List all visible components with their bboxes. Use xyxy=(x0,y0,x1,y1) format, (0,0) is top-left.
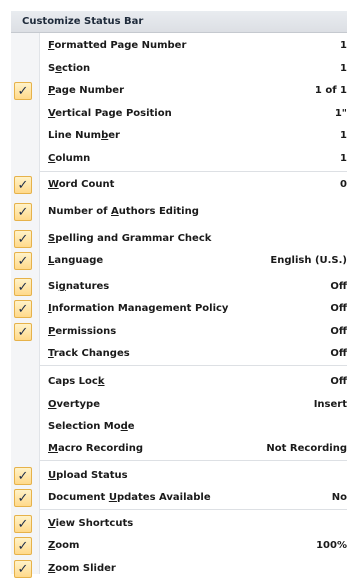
menu-item-value: 0 xyxy=(340,179,347,190)
mnemonic-letter: g xyxy=(58,281,66,292)
menu-item-label: Zoom xyxy=(48,540,80,551)
menu-item-value: Off xyxy=(330,281,347,292)
menu-item[interactable]: Selection Mode xyxy=(11,418,347,437)
mnemonic-letter: d xyxy=(120,421,128,432)
menu-item[interactable]: Line Number 1 xyxy=(11,127,347,146)
menu-item[interactable]: ✓ Document Updates Available No xyxy=(11,489,347,508)
checkmark-icon: ✓ xyxy=(14,176,32,194)
menu-item-value: 1 xyxy=(340,153,347,164)
menu-item-value: 100% xyxy=(316,540,347,551)
menu-item-value: Off xyxy=(330,303,347,314)
menu-item[interactable]: Formatted Page Number 1 xyxy=(11,37,347,56)
mnemonic-letter: W xyxy=(48,179,59,190)
menu-separator xyxy=(40,171,347,172)
menu-item-label: Caps Lock xyxy=(48,376,105,387)
mnemonic-letter: A xyxy=(110,206,119,217)
checkmark-icon: ✓ xyxy=(14,515,32,533)
menu-item-value: 1" xyxy=(334,108,347,119)
menu-item-label: Column xyxy=(48,153,91,164)
menu-item-value: Off xyxy=(330,326,347,337)
menu-item-label: Permissions xyxy=(48,326,117,337)
checkmark-icon: ✓ xyxy=(14,323,32,341)
menu-item-label: View Shortcuts xyxy=(48,518,134,529)
menu-item-label: Word Count xyxy=(48,179,115,190)
mnemonic-letter: P xyxy=(48,85,56,96)
menu-item-label: Page Number xyxy=(48,85,125,96)
menu-header: Customize Status Bar xyxy=(11,11,347,33)
menu-item[interactable]: ✓ Zoom 100% xyxy=(11,537,347,556)
menu-separator xyxy=(40,509,347,510)
menu-item-value: English (U.S.) xyxy=(270,255,347,266)
menu-item-label: Document Updates Available xyxy=(48,492,211,503)
menu-item-label: Selection Mode xyxy=(48,421,135,432)
menu-separator xyxy=(40,460,347,461)
menu-item-value: 1 of 1 xyxy=(314,85,347,96)
checkmark-icon: ✓ xyxy=(14,230,32,248)
customize-status-bar-menu: Customize Status Bar Formatted Page Numb… xyxy=(0,0,347,578)
menu-title: Customize Status Bar xyxy=(22,16,144,27)
menu-item-label: Upload Status xyxy=(48,470,128,481)
menu-item-label: Language xyxy=(48,255,104,266)
mnemonic-letter: U xyxy=(48,470,57,481)
menu-item-value: 1 xyxy=(340,63,347,74)
menu-item-label: Line Number xyxy=(48,130,120,141)
menu-item[interactable]: ✓ Spelling and Grammar Check xyxy=(11,230,347,249)
menu-item[interactable]: Column 1 xyxy=(11,150,347,169)
menu-item[interactable]: Macro Recording Not Recording xyxy=(11,440,347,459)
mnemonic-letter: e xyxy=(55,63,62,74)
menu-item-value: Insert xyxy=(313,399,347,410)
menu-item-label: Spelling and Grammar Check xyxy=(48,233,212,244)
menu-item-value: 1 xyxy=(340,130,347,141)
checkmark-icon: ✓ xyxy=(14,300,32,318)
menu-item-value: No xyxy=(331,492,347,503)
mnemonic-letter: k xyxy=(97,376,105,387)
menu-item[interactable]: Caps Lock Off xyxy=(11,373,347,392)
menu-item-label: Section xyxy=(48,63,91,74)
menu-item-label: Vertical Page Position xyxy=(48,108,172,119)
menu-item[interactable]: Section 1 xyxy=(11,60,347,79)
menu-item-label: Information Management Policy xyxy=(48,303,229,314)
checkmark-icon: ✓ xyxy=(14,489,32,507)
menu-item[interactable]: ✓ Word Count 0 xyxy=(11,176,347,195)
checkmark-icon: ✓ xyxy=(14,82,32,100)
menu-item[interactable]: ✓ Upload Status xyxy=(11,467,347,486)
menu-item-label: Macro Recording xyxy=(48,443,143,454)
menu-item[interactable]: ✓ Language English (U.S.) xyxy=(11,252,347,271)
menu-item[interactable]: ✓ Permissions Off xyxy=(11,323,347,342)
menu-item[interactable]: ✓ Page Number 1 of 1 xyxy=(11,82,347,101)
menu-item-label: Overtype xyxy=(48,399,100,410)
checkmark-icon: ✓ xyxy=(14,560,32,578)
menu-item-label: Zoom Slider xyxy=(48,563,116,574)
mnemonic-letter: V xyxy=(48,518,56,529)
menu-item-label: Track Changes xyxy=(48,348,130,359)
menu-item[interactable]: ✓ Information Management Policy Off xyxy=(11,300,347,319)
menu-item-label: Number of Authors Editing xyxy=(48,206,199,217)
checkmark-icon: ✓ xyxy=(14,278,32,296)
menu-item[interactable]: Vertical Page Position 1" xyxy=(11,105,347,124)
menu-item-value: 1 xyxy=(340,40,347,51)
menu-item-label: Signatures xyxy=(48,281,110,292)
mnemonic-letter: O xyxy=(48,399,57,410)
checkmark-icon: ✓ xyxy=(14,203,32,221)
menu-item[interactable]: Track Changes Off xyxy=(11,345,347,364)
menu-item-label: Formatted Page Number xyxy=(48,40,187,51)
menu-item[interactable]: ✓ Number of Authors Editing xyxy=(11,203,347,222)
menu-separator xyxy=(40,365,347,366)
menu-item[interactable]: ✓ Signatures Off xyxy=(11,278,347,297)
menu-item-value: Off xyxy=(330,376,347,387)
menu-item[interactable]: Overtype Insert xyxy=(11,396,347,415)
menu-item-value: Not Recording xyxy=(266,443,347,454)
menu-item-value: Off xyxy=(330,348,347,359)
mnemonic-letter: M xyxy=(48,443,58,454)
mnemonic-letter: U xyxy=(108,492,117,503)
checkmark-icon: ✓ xyxy=(14,537,32,555)
checkmark-icon: ✓ xyxy=(14,252,32,270)
menu-item[interactable]: ✓ View Shortcuts xyxy=(11,515,347,534)
menu-item[interactable]: ✓ Zoom Slider xyxy=(11,560,347,579)
checkmark-icon: ✓ xyxy=(14,467,32,485)
